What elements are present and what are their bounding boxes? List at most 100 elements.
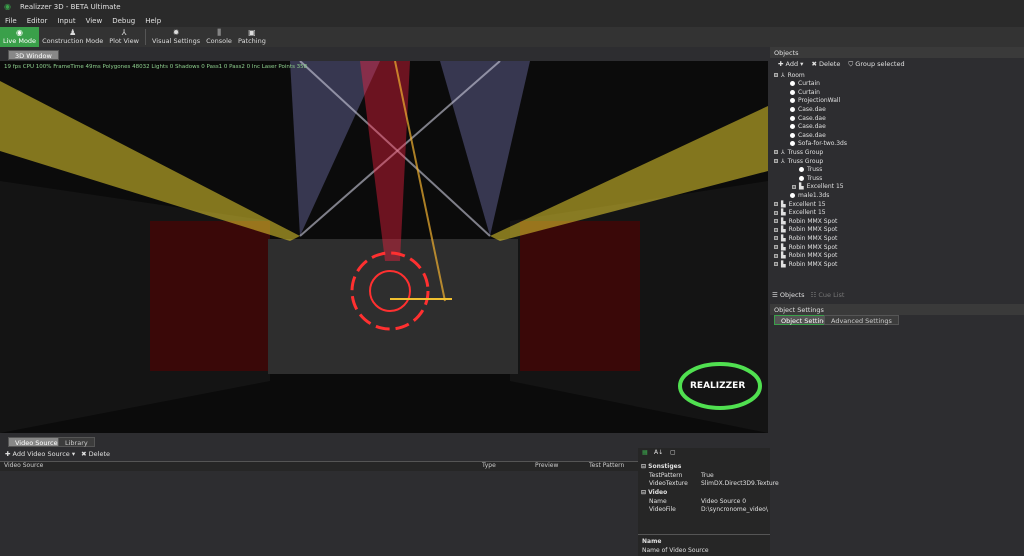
tab-3d-window[interactable]: 3D Window <box>8 50 59 60</box>
expand-icon[interactable] <box>774 245 778 249</box>
menu-file[interactable]: File <box>5 17 17 25</box>
tree-item[interactable]: ⅄ Truss Group <box>774 157 823 165</box>
fixture-icon: ▙ <box>781 226 786 234</box>
expand-icon[interactable] <box>774 236 778 241</box>
plug-icon: ▣ <box>248 28 256 37</box>
expand-icon[interactable] <box>774 150 778 155</box>
window-title: Realizzer 3D - BETA Ultimate <box>20 3 121 11</box>
video-toolbar: ✚ Add Video Source ▾ ✖ Delete <box>5 450 110 458</box>
col-preview[interactable]: Preview <box>535 462 558 469</box>
3d-viewport[interactable]: REALIZZER <box>0 61 768 433</box>
expand-icon[interactable] <box>774 253 778 258</box>
live-mode-button[interactable]: ◉ Live Mode <box>0 27 40 47</box>
prop-row[interactable]: VideoFile D:\syncronome_video\ <box>638 506 770 514</box>
property-pages-icon[interactable]: ▢ <box>670 449 676 456</box>
console-button[interactable]: ⫼ Console <box>203 27 235 47</box>
expand-icon[interactable] <box>774 73 778 77</box>
plot-view-button[interactable]: ⅄ Plot View <box>106 27 142 47</box>
tree-item[interactable]: ▙ Excellent 15 <box>792 183 844 191</box>
col-type[interactable]: Type <box>482 462 496 469</box>
fixture-icon: ▙ <box>781 252 786 260</box>
patching-button[interactable]: ▣ Patching <box>235 27 269 47</box>
tree-item[interactable]: Case.dae <box>783 114 826 122</box>
description-title: Name <box>642 538 662 545</box>
prop-row[interactable]: Name Video Source 0 <box>638 498 770 506</box>
expand-icon[interactable] <box>774 202 778 206</box>
expand-icon[interactable] <box>774 219 778 224</box>
tree-item[interactable]: Case.dae <box>783 123 826 131</box>
category-sonstiges[interactable]: ⊟ Sonstiges <box>638 463 770 471</box>
menu-view[interactable]: View <box>86 17 103 25</box>
tripod-icon: ⅄ <box>121 28 127 37</box>
col-video-source[interactable]: Video Source <box>4 462 43 469</box>
title-bar: ◉ Realizzer 3D - BETA Ultimate <box>0 0 1024 14</box>
object-icon <box>790 106 795 112</box>
tree-item[interactable]: male1.3ds <box>783 191 829 199</box>
tree-item[interactable]: ▙ Excellent 15 <box>774 200 826 208</box>
category-video[interactable]: ⊟ Video <box>638 489 770 497</box>
expand-icon[interactable] <box>774 262 778 267</box>
tree-item[interactable]: Truss <box>792 174 822 182</box>
tree-item[interactable]: ▙ Robin MMX Spot <box>774 234 837 242</box>
tree-item[interactable]: ProjectionWall <box>783 97 840 105</box>
tree-item[interactable]: ⅄ Truss Group <box>774 148 823 156</box>
tree-item[interactable]: ▙ Robin MMX Spot <box>774 260 837 268</box>
object-icon <box>790 89 795 95</box>
object-icon <box>799 175 804 181</box>
objects-toolbar: ✚ Add ▾ ✖ Delete ⛉ Group selected <box>778 60 905 69</box>
expand-icon[interactable] <box>774 159 778 163</box>
tree-item[interactable]: Curtain <box>783 80 820 88</box>
tree-item[interactable]: Curtain <box>783 88 820 96</box>
tree-item[interactable]: Sofa-for-two.3ds <box>783 140 847 148</box>
tree-item[interactable]: Truss <box>792 166 822 174</box>
expand-icon[interactable] <box>774 210 778 215</box>
tab-advanced-settings[interactable]: Advanced Settings <box>824 315 899 325</box>
video-sources-panel: Video Sources Library ✚ Add Video Source… <box>0 436 779 556</box>
tree-item[interactable]: Case.dae <box>783 105 826 113</box>
tree-item[interactable]: ▙ Robin MMX Spot <box>774 243 837 251</box>
tree-item[interactable]: ⅄ Room <box>774 71 805 79</box>
group-selected-button[interactable]: ⛉ Group selected <box>848 60 904 69</box>
fixture-icon: ▙ <box>781 260 786 268</box>
object-icon <box>790 141 795 147</box>
tree-item[interactable]: ▙ Robin MMX Spot <box>774 217 837 225</box>
menu-bar: File Editor Input View Debug Help <box>0 14 1024 27</box>
object-icon <box>790 132 795 138</box>
tree-item[interactable]: Case.dae <box>783 131 826 139</box>
expand-icon[interactable] <box>792 184 796 189</box>
eye-icon: ◉ <box>16 28 24 37</box>
col-test-pattern[interactable]: Test Pattern <box>589 462 624 469</box>
tab-cue-list[interactable]: ☷ Cue List <box>810 291 844 299</box>
object-icon <box>790 98 795 104</box>
property-grid: ▦ A↓ ▢ ⊟ Sonstiges TestPattern True Video… <box>638 448 779 556</box>
fixture-icon: ▙ <box>781 200 786 208</box>
tree-item[interactable]: ▙ Robin MMX Spot <box>774 252 837 260</box>
tab-library[interactable]: Library <box>58 437 95 447</box>
prop-row[interactable]: VideoTexture SlimDX.Direct3D9.Texture <box>638 480 779 488</box>
categorized-icon[interactable]: ▦ <box>642 449 648 456</box>
add-button[interactable]: ✚ Add ▾ <box>778 60 803 69</box>
object-settings-header: Object Settings <box>770 304 1024 315</box>
description-text: Name of Video Source <box>642 547 709 554</box>
tab-objects[interactable]: ☰ Objects <box>772 291 804 299</box>
menu-input[interactable]: Input <box>57 17 75 25</box>
add-video-source-button[interactable]: ✚ Add Video Source ▾ <box>5 450 75 458</box>
tree-item[interactable]: ▙ Robin MMX Spot <box>774 226 837 234</box>
menu-help[interactable]: Help <box>145 17 161 25</box>
visual-settings-button[interactable]: ✹ Visual Settings <box>149 27 203 47</box>
delete-button[interactable]: ✖ Delete <box>811 60 840 69</box>
menu-debug[interactable]: Debug <box>112 17 135 25</box>
objects-header: Objects <box>770 47 1024 58</box>
fixture-icon: ▙ <box>781 209 786 217</box>
objects-panel: Objects ✚ Add ▾ ✖ Delete ⛉ Group selecte… <box>770 47 1024 556</box>
group-icon: ⅄ <box>781 148 785 156</box>
menu-editor[interactable]: Editor <box>27 17 48 25</box>
delete-video-button[interactable]: ✖ Delete <box>81 450 110 458</box>
group-icon: ⅄ <box>781 157 785 165</box>
prop-row[interactable]: TestPattern True <box>638 472 770 480</box>
expand-icon[interactable] <box>774 227 778 232</box>
construction-mode-button[interactable]: ♟ Construction Mode <box>39 27 106 47</box>
realizzer-logo: REALIZZER <box>690 381 745 391</box>
tree-item[interactable]: ▙ Excellent 15 <box>774 209 826 217</box>
sort-alpha-icon[interactable]: A↓ <box>654 449 663 456</box>
